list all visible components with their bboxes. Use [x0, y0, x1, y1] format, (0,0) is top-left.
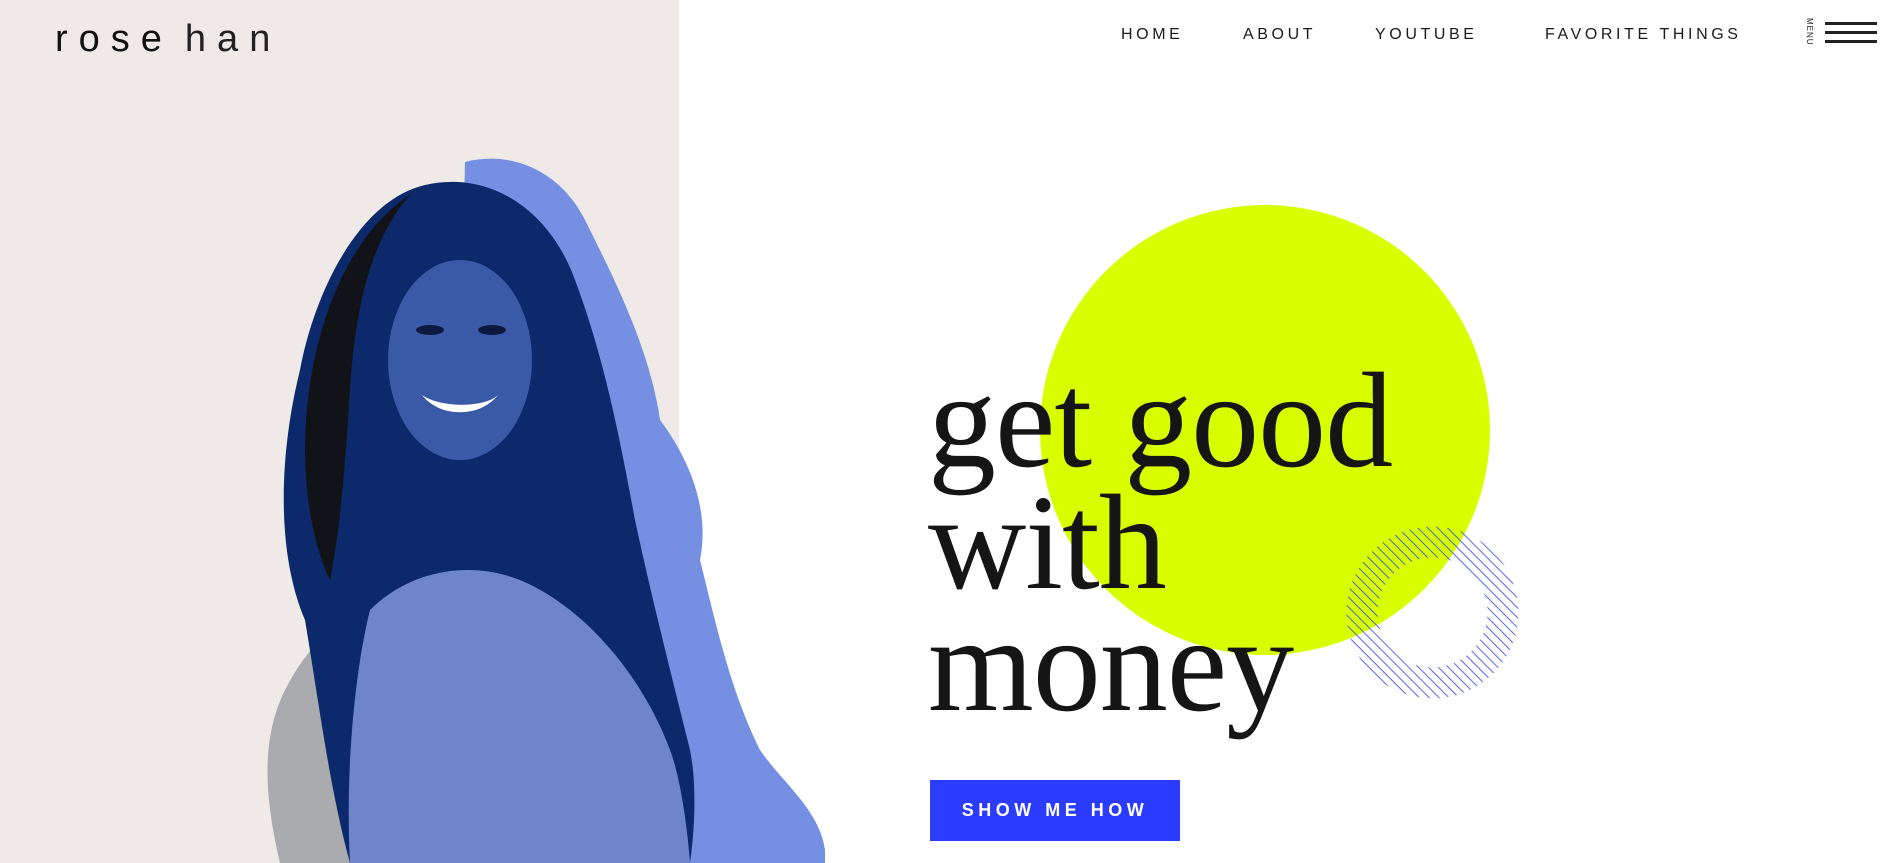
menu-toggle-button[interactable]: MENU: [1805, 18, 1877, 52]
photo-face-shape: [388, 260, 532, 460]
site-logo[interactable]: rose han: [55, 18, 281, 61]
menu-label: MENU: [1805, 18, 1814, 46]
photo-eye-right: [478, 325, 506, 335]
nav-youtube-link[interactable]: YOUTUBE: [1375, 26, 1478, 44]
headline-line-3: money: [928, 590, 1294, 740]
nav-favorite-things-link[interactable]: FAVORITE THINGS: [1545, 26, 1742, 44]
headline-line-1: get good: [928, 346, 1393, 496]
page: rose han HOME ABOUT YOUTUBE FAVORITE THIN…: [0, 0, 1893, 863]
logo-last-name: han: [184, 18, 282, 60]
logo-first-name: rose: [55, 18, 173, 60]
hamburger-icon: [1825, 22, 1877, 46]
nav-home-link[interactable]: HOME: [1121, 26, 1183, 44]
hero-headline: get good with money: [928, 346, 1393, 740]
show-me-how-button[interactable]: SHOW ME HOW: [930, 780, 1180, 841]
nav-about-link[interactable]: ABOUT: [1243, 26, 1316, 44]
photo-eye-left: [416, 325, 444, 335]
headline-line-2: with: [928, 468, 1167, 618]
hero-portrait-image: [267, 158, 825, 863]
